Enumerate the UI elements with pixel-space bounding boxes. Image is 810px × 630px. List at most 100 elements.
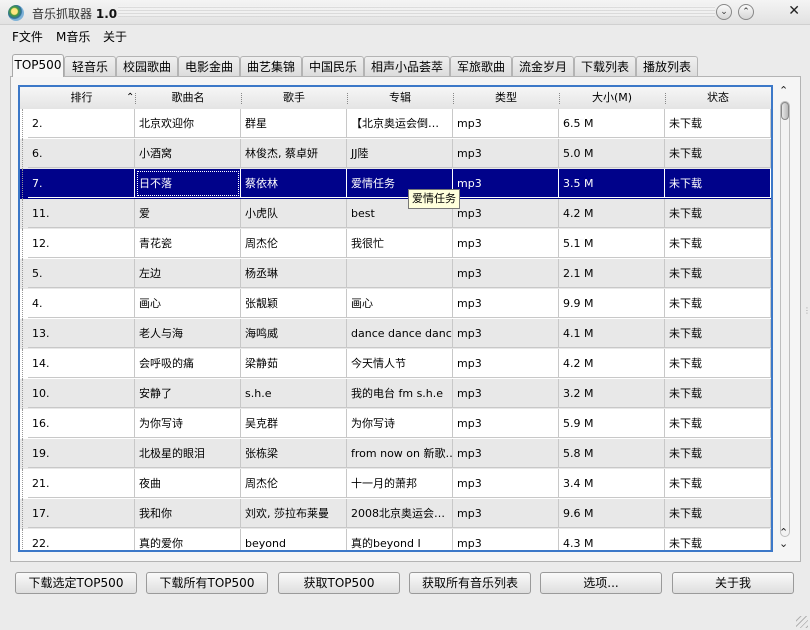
tab-campus-songs[interactable]: 校园歌曲 <box>116 56 178 76</box>
status-cell[interactable]: 未下载 <box>665 529 771 550</box>
size-cell[interactable]: 5.9 M <box>559 409 665 438</box>
download-selected-top500-button[interactable]: 下载选定TOP500 <box>15 572 137 594</box>
table-row[interactable]: 12. 青花瓷 周杰伦 我很忙 mp3 5.1 M 未下载 <box>20 229 771 259</box>
minimize-icon[interactable]: ⌄ <box>716 4 732 20</box>
tab-light-music[interactable]: 轻音乐 <box>64 56 116 76</box>
rank-cell[interactable]: 21. <box>28 469 135 498</box>
song-cell[interactable]: 小酒窝 <box>135 139 241 168</box>
scroll-down-icon[interactable]: ⌄ <box>779 537 788 550</box>
type-cell[interactable]: mp3 <box>453 439 559 468</box>
tab-military-songs[interactable]: 军旅歌曲 <box>450 56 512 76</box>
table-row[interactable]: 7. 日不落 蔡依林 爱情任务 mp3 3.5 M 未下载 <box>20 169 771 199</box>
table-row[interactable]: 10. 安静了 s.h.e 我的电台 fm s.h.e mp3 3.2 M 未下载 <box>20 379 771 409</box>
size-cell[interactable]: 4.3 M <box>559 529 665 550</box>
song-cell[interactable]: 夜曲 <box>135 469 241 498</box>
type-cell[interactable]: mp3 <box>453 319 559 348</box>
album-cell[interactable]: 为你写诗 <box>347 409 453 438</box>
size-cell[interactable]: 9.6 M <box>559 499 665 528</box>
type-cell[interactable]: mp3 <box>453 499 559 528</box>
album-cell[interactable] <box>347 259 453 288</box>
rank-cell[interactable]: 17. <box>28 499 135 528</box>
rank-cell[interactable]: 4. <box>28 289 135 318</box>
album-cell[interactable]: 【北京奥运会倒… <box>347 109 453 138</box>
fetch-top500-button[interactable]: 获取TOP500 <box>278 572 400 594</box>
column-header-size[interactable]: 大小(M) <box>559 87 665 109</box>
table-row[interactable]: 2. 北京欢迎你 群星 【北京奥运会倒… mp3 6.5 M 未下载 <box>20 109 771 139</box>
song-table[interactable]: 排行 ⌃ 歌曲名 歌手 专辑 类型 大小(M) 状态 2. 北京欢迎你 群星 【北京奥… <box>18 85 773 552</box>
fetch-all-lists-button[interactable]: 获取所有音乐列表 <box>409 572 531 594</box>
tab-movie-songs[interactable]: 电影金曲 <box>178 56 240 76</box>
tab-download-list[interactable]: 下载列表 <box>574 56 636 76</box>
table-row[interactable]: 19. 北极星的眼泪 张栋梁 from now on 新歌… mp3 5.8 M 未下载 <box>20 439 771 469</box>
artist-cell[interactable]: 林俊杰, 蔡卓妍 <box>241 139 347 168</box>
table-scrollbar[interactable]: ⌃ ⌃ ⌄ <box>776 84 794 552</box>
artist-cell[interactable]: 蔡依林 <box>241 169 347 198</box>
song-cell[interactable]: 会呼吸的痛 <box>135 349 241 378</box>
song-cell[interactable]: 安静了 <box>135 379 241 408</box>
song-cell[interactable]: 北京欢迎你 <box>135 109 241 138</box>
song-cell[interactable]: 北极星的眼泪 <box>135 439 241 468</box>
song-cell[interactable]: 画心 <box>135 289 241 318</box>
artist-cell[interactable]: s.h.e <box>241 379 347 408</box>
table-row[interactable]: 17. 我和你 刘欢, 莎拉布莱曼 2008北京奥运会… mp3 9.6 M 未下载 <box>20 499 771 529</box>
table-row[interactable]: 22. 真的爱你 beyond 真的beyond Ⅰmp3 4.3 M 未下载 <box>20 529 771 550</box>
rank-cell[interactable]: 5. <box>28 259 135 288</box>
rank-cell[interactable]: 11. <box>28 199 135 228</box>
tab-folk-art[interactable]: 曲艺集锦 <box>240 56 302 76</box>
artist-cell[interactable]: 小虎队 <box>241 199 347 228</box>
table-row[interactable]: 14. 会呼吸的痛 梁静茹 今天情人节 mp3 4.2 M 未下载 <box>20 349 771 379</box>
size-cell[interactable]: 6.5 M <box>559 109 665 138</box>
album-cell[interactable]: 今天情人节 <box>347 349 453 378</box>
table-row[interactable]: 5. 左边 杨丞琳 mp3 2.1 M 未下载 <box>20 259 771 289</box>
type-cell[interactable]: mp3 <box>453 379 559 408</box>
table-row[interactable]: 13. 老人与海 海鸣威 dance dance dance mp3 4.1 M 未下载 <box>20 319 771 349</box>
menu-about[interactable]: 关于 <box>103 28 127 45</box>
status-cell[interactable]: 未下载 <box>665 289 771 318</box>
tab-chinese-folk[interactable]: 中国民乐 <box>302 56 364 76</box>
status-cell[interactable]: 未下载 <box>665 109 771 138</box>
column-header-artist[interactable]: 歌手 <box>241 87 347 109</box>
size-cell[interactable]: 4.1 M <box>559 319 665 348</box>
tab-golden-years[interactable]: 流金岁月 <box>512 56 574 76</box>
tab-play-list[interactable]: 播放列表 <box>636 56 698 76</box>
rank-cell[interactable]: 7. <box>28 169 135 198</box>
scroll-thumb[interactable] <box>781 102 789 120</box>
scroll-up-icon[interactable]: ⌃ <box>779 84 788 97</box>
type-cell[interactable]: mp3 <box>453 139 559 168</box>
size-cell[interactable]: 9.9 M <box>559 289 665 318</box>
size-cell[interactable]: 2.1 M <box>559 259 665 288</box>
artist-cell[interactable]: 杨丞琳 <box>241 259 347 288</box>
artist-cell[interactable]: 张靓颖 <box>241 289 347 318</box>
artist-cell[interactable]: 张栋梁 <box>241 439 347 468</box>
download-all-top500-button[interactable]: 下载所有TOP500 <box>146 572 268 594</box>
rank-cell[interactable]: 10. <box>28 379 135 408</box>
song-cell[interactable]: 左边 <box>135 259 241 288</box>
size-cell[interactable]: 4.2 M <box>559 349 665 378</box>
rank-cell[interactable]: 2. <box>28 109 135 138</box>
status-cell[interactable]: 未下载 <box>665 169 771 198</box>
type-cell[interactable]: mp3 <box>453 289 559 318</box>
type-cell[interactable]: mp3 <box>453 259 559 288</box>
artist-cell[interactable]: 群星 <box>241 109 347 138</box>
song-cell[interactable]: 爱 <box>135 199 241 228</box>
maximize-icon[interactable]: ⌃ <box>738 4 754 20</box>
song-cell[interactable]: 老人与海 <box>135 319 241 348</box>
rank-cell[interactable]: 19. <box>28 439 135 468</box>
status-cell[interactable]: 未下载 <box>665 319 771 348</box>
rank-cell[interactable]: 14. <box>28 349 135 378</box>
album-cell[interactable]: dance dance dance <box>347 319 453 348</box>
type-cell[interactable]: mp3 <box>453 199 559 228</box>
tab-top500[interactable]: TOP500 <box>12 54 64 77</box>
tab-comedy[interactable]: 相声小品荟萃 <box>364 56 450 76</box>
album-cell[interactable]: from now on 新歌… <box>347 439 453 468</box>
album-cell[interactable]: 真的beyond Ⅰ <box>347 529 453 550</box>
size-cell[interactable]: 3.4 M <box>559 469 665 498</box>
column-header-album[interactable]: 专辑 <box>347 87 453 109</box>
table-row[interactable]: 16. 为你写诗 吴克群 为你写诗 mp3 5.9 M 未下载 <box>20 409 771 439</box>
status-cell[interactable]: 未下载 <box>665 499 771 528</box>
type-cell[interactable]: mp3 <box>453 469 559 498</box>
artist-cell[interactable]: beyond <box>241 529 347 550</box>
type-cell[interactable]: mp3 <box>453 169 559 198</box>
table-row[interactable]: 21. 夜曲 周杰伦 十一月的萧邦 mp3 3.4 M 未下载 <box>20 469 771 499</box>
status-cell[interactable]: 未下载 <box>665 259 771 288</box>
